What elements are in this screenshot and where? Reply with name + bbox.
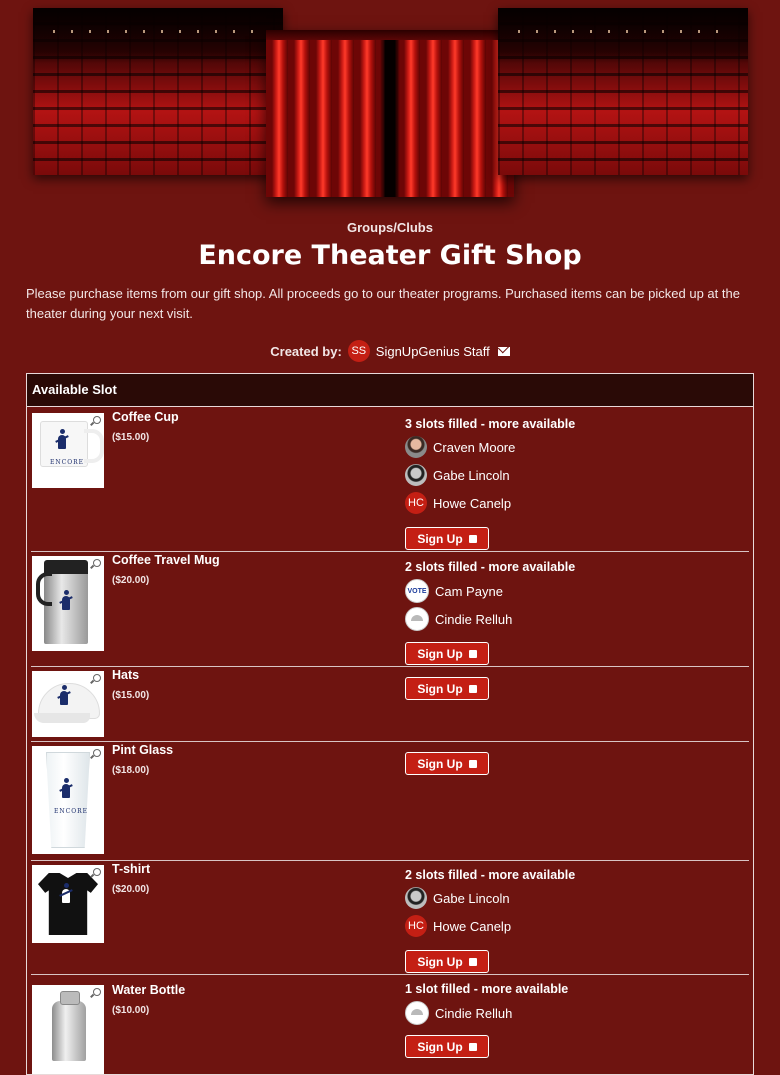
item-name: Water Bottle	[112, 983, 186, 997]
signed-up-person: Cindie Relluh	[405, 607, 512, 631]
item-name: Coffee Travel Mug	[112, 553, 220, 567]
item-price: ($20.00)	[112, 575, 150, 586]
checkbox-icon	[468, 759, 477, 768]
t-shirt-thumbnail[interactable]	[32, 865, 104, 943]
person-name: Gabe Lincoln	[433, 467, 510, 483]
sign-up-button[interactable]: Sign Up	[405, 752, 489, 775]
sign-up-label: Sign Up	[417, 1039, 463, 1054]
theater-seats-image-right	[498, 8, 748, 175]
coffee-travel-mug-thumbnail[interactable]	[32, 556, 104, 651]
signed-up-person: Cindie Relluh	[405, 1001, 512, 1025]
magnifier-icon[interactable]	[93, 416, 101, 424]
theater-seats-image-left	[33, 8, 283, 175]
avatar	[405, 464, 427, 486]
signed-up-person: Gabe Lincoln	[405, 464, 510, 486]
signed-up-person: HC Howe Canelp	[405, 915, 511, 937]
sign-up-button[interactable]: Sign Up	[405, 1035, 489, 1058]
avatar: HC	[405, 492, 427, 514]
table-row-hats: Hats ($15.00) Sign Up	[31, 667, 749, 742]
signed-up-person: VOTE Cam Payne	[405, 579, 503, 603]
item-price: ($10.00)	[112, 1005, 150, 1016]
item-name: Coffee Cup	[112, 410, 179, 424]
checkbox-icon	[468, 534, 477, 543]
envelope-icon[interactable]	[497, 346, 510, 356]
page-title: Encore Theater Gift Shop	[198, 240, 582, 271]
avatar	[405, 887, 427, 909]
sign-up-button[interactable]: Sign Up	[405, 642, 489, 665]
signed-up-person: Gabe Lincoln	[405, 887, 510, 909]
item-price: ($15.00)	[112, 432, 150, 443]
signed-up-person: HC Howe Canelp	[405, 492, 511, 514]
person-name: Howe Canelp	[433, 918, 512, 934]
signed-up-person: Craven Moore	[405, 436, 515, 458]
checkbox-icon	[468, 1042, 477, 1051]
avatar: HC	[405, 915, 427, 937]
avatar	[405, 607, 429, 631]
sign-up-label: Sign Up	[417, 756, 463, 771]
created-by: Created by: SS SignUpGenius Staff	[0, 340, 780, 362]
magnifier-icon[interactable]	[93, 868, 101, 876]
product-brand: ENCORE	[54, 808, 89, 815]
sign-up-label: Sign Up	[417, 531, 463, 546]
theater-banner	[0, 0, 780, 210]
person-name: Gabe Lincoln	[433, 890, 510, 906]
product-brand: ENCORE	[50, 459, 85, 466]
item-price: ($15.00)	[112, 690, 150, 701]
table-row-t-shirt: T-shirt ($20.00) 2 slots filled - more a…	[31, 861, 749, 975]
table-row-pint-glass: ENCORE Pint Glass ($18.00) Sign Up	[31, 742, 749, 861]
person-name: Cam Payne	[435, 583, 503, 599]
table-row-coffee-travel-mug: Coffee Travel Mug ($20.00) 2 slots fille…	[31, 552, 749, 667]
table-row-coffee-cup: ENCORE Coffee Cup ($15.00) 3 slots fille…	[31, 407, 749, 552]
slot-status: 1 slot filled - more available	[405, 982, 569, 996]
checkbox-icon	[468, 684, 477, 693]
magnifier-icon[interactable]	[93, 988, 101, 996]
item-price: ($18.00)	[112, 765, 150, 776]
item-name: Pint Glass	[112, 743, 174, 757]
sign-up-label: Sign Up	[417, 646, 463, 661]
pint-glass-thumbnail[interactable]: ENCORE	[32, 746, 104, 854]
creator-avatar: SS	[347, 340, 370, 362]
person-name: Craven Moore	[433, 439, 516, 455]
checkbox-icon	[468, 957, 477, 966]
item-price: ($20.00)	[112, 884, 150, 895]
hats-thumbnail[interactable]	[32, 671, 104, 737]
slot-status: 3 slots filled - more available	[405, 417, 576, 431]
creator-name[interactable]: SignUpGenius Staff	[376, 344, 490, 359]
avatar	[405, 1001, 429, 1025]
avatar: VOTE	[405, 579, 429, 603]
coffee-cup-thumbnail[interactable]: ENCORE	[32, 413, 104, 488]
slot-status: 2 slots filled - more available	[405, 560, 576, 574]
sign-up-button[interactable]: Sign Up	[405, 677, 489, 700]
page-description: Please purchase items from our gift shop…	[26, 286, 740, 321]
person-name: Howe Canelp	[433, 495, 512, 511]
magnifier-icon[interactable]	[93, 559, 101, 567]
person-name: Cindie Relluh	[435, 611, 513, 627]
red-curtain-image	[266, 30, 514, 197]
sign-up-button[interactable]: Sign Up	[405, 950, 489, 973]
sign-up-label: Sign Up	[417, 954, 463, 969]
created-by-label: Created by:	[270, 343, 342, 359]
slots-table: Available Slot ENCORE Coffee Cup ($15.00…	[26, 373, 754, 1075]
magnifier-icon[interactable]	[93, 674, 101, 682]
magnifier-icon[interactable]	[93, 749, 101, 757]
table-header-available-slot: Available Slot	[27, 374, 753, 407]
sign-up-label: Sign Up	[417, 681, 463, 696]
table-row-water-bottle: Water Bottle ($10.00) 1 slot filled - mo…	[31, 975, 749, 1074]
item-name: Hats	[112, 668, 140, 682]
sign-up-button[interactable]: Sign Up	[405, 527, 489, 550]
item-name: T-shirt	[112, 862, 151, 876]
avatar	[405, 436, 427, 458]
slot-status: 2 slots filled - more available	[405, 868, 576, 882]
checkbox-icon	[468, 649, 477, 658]
category-label: Groups/Clubs	[347, 220, 433, 235]
person-name: Cindie Relluh	[435, 1005, 513, 1021]
water-bottle-thumbnail[interactable]	[32, 985, 104, 1074]
